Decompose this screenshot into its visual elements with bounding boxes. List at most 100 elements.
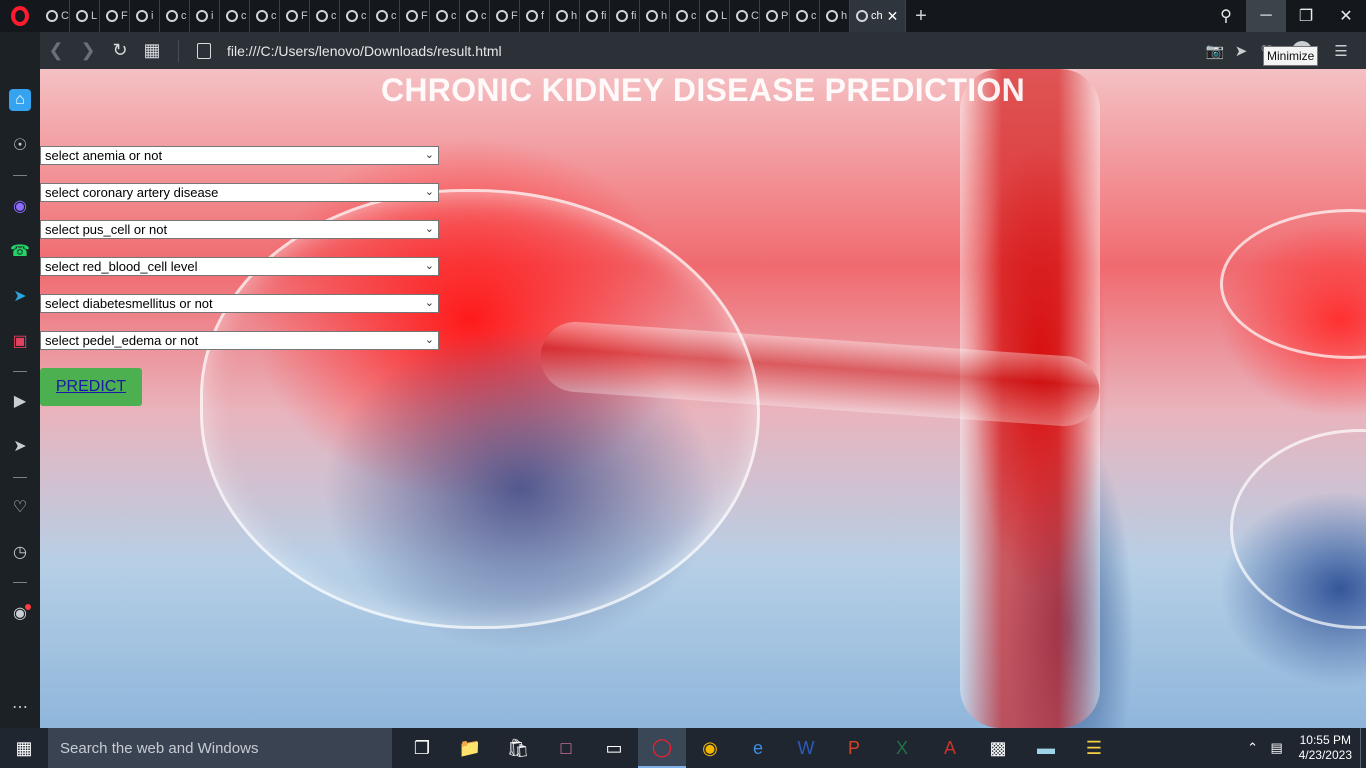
tab[interactable]: c [670,0,700,32]
tab-favicon-icon [226,10,238,22]
bookmarks-heart-icon[interactable]: ♡ [8,495,32,519]
tab[interactable]: F [100,0,130,32]
tab-favicon-icon [76,10,88,22]
chrome-icon[interactable]: ◉ [686,728,734,768]
task-view-icon[interactable]: ❐ [398,728,446,768]
close-tab-icon[interactable]: ✕ [887,8,899,25]
file-icon [197,42,211,59]
pus-cell-select[interactable]: select pus_cell or not ⌄ [40,220,439,239]
player-icon[interactable]: ▶ [8,389,32,413]
settings-sliders-icon[interactable]: ☰ [1316,42,1366,60]
action-center-icon[interactable]: ▤ [1265,740,1289,756]
url-field[interactable]: file:///C:/Users/lenovo/Downloads/result… [227,43,502,59]
taskbar-search-box[interactable]: Search the web and Windows [48,728,392,768]
pedal-edema-select[interactable]: select pedel_edema or not ⌄ [40,331,439,350]
notepad-icon[interactable]: ▭ [590,728,638,768]
tab[interactable]: fi [610,0,640,32]
tab[interactable]: c [220,0,250,32]
tab[interactable]: c [310,0,340,32]
tab-search-icon[interactable]: ⚲ [1206,0,1246,32]
coronary-artery-disease-select[interactable]: select coronary artery disease ⌄ [40,183,439,202]
word-icon[interactable]: W [782,728,830,768]
red-blood-cell-select[interactable]: select red_blood_cell level ⌄ [40,257,439,276]
tab[interactable]: fi [580,0,610,32]
predict-button[interactable]: PREDICT [40,368,142,406]
tab[interactable]: c [790,0,820,32]
tab[interactable]: h [640,0,670,32]
forward-arrow-icon[interactable]: ❯ [72,40,104,61]
show-desktop-button[interactable] [1360,728,1366,768]
tab-favicon-icon [196,10,208,22]
more-dots-icon[interactable]: ⋯ [8,695,32,719]
tab[interactable]: F [280,0,310,32]
command-prompt-icon[interactable]: ▩ [974,728,1022,768]
tab[interactable]: F [400,0,430,32]
tab-favicon-icon [376,10,388,22]
home-icon[interactable]: ⌂ [9,89,31,111]
snapshot-camera-icon[interactable]: 📷 [1202,42,1228,60]
chevron-down-icon: ⌄ [424,223,434,235]
tab[interactable]: F [490,0,520,32]
notification-dot [25,604,31,610]
tab[interactable]: C [730,0,760,32]
opera-taskbar-icon[interactable]: ◯ [638,728,686,768]
tab[interactable]: c [430,0,460,32]
tab[interactable]: C [40,0,70,32]
reload-icon[interactable]: ↻ [104,40,136,61]
tab[interactable]: c [370,0,400,32]
powerpoint-icon[interactable]: P [830,728,878,768]
tab-favicon-icon [46,10,58,22]
sidebar-divider [13,582,27,583]
opera-menu-icon[interactable] [0,0,40,32]
restore-button[interactable]: ❐ [1286,0,1326,32]
send-icon[interactable]: ➤ [1228,42,1254,60]
page-title: CHRONIC KIDNEY DISEASE PREDICTION [380,72,1026,108]
whatsapp-icon[interactable]: ☎ [8,239,32,263]
tray-expand-chevron-icon[interactable]: ⌃ [1241,740,1265,756]
active-tab[interactable]: ch ✕ [850,0,906,32]
tab[interactable]: c [250,0,280,32]
tab[interactable]: c [160,0,190,32]
tab[interactable]: h [820,0,850,32]
new-tab-plus-icon[interactable]: + [906,5,936,28]
tab[interactable]: i [190,0,220,32]
tab-favicon-icon [616,10,628,22]
tab[interactable]: L [70,0,100,32]
excel-icon[interactable]: X [878,728,926,768]
github-favicon-icon [736,10,748,22]
tab[interactable]: h [550,0,580,32]
tab[interactable]: c [460,0,490,32]
store-icon[interactable]: 🛍 [494,728,542,768]
flow-send-icon[interactable]: ➤ [8,434,32,458]
tab-favicon-icon [586,10,598,22]
tab[interactable]: L [700,0,730,32]
tab-favicon-icon [856,10,868,22]
instagram-icon[interactable]: ▣ [8,329,32,353]
messenger-icon[interactable]: ◉ [8,194,32,218]
clock-time: 10:55 PM [1299,733,1351,747]
tab-favicon-icon [256,10,268,22]
tab[interactable]: c [340,0,370,32]
file-explorer-icon[interactable]: 📁 [446,728,494,768]
tab[interactable]: i [130,0,160,32]
taskbar-clock[interactable]: 10:55 PM 4/23/2023 [1299,733,1352,763]
tab[interactable]: P [760,0,790,32]
tab[interactable]: f [520,0,550,32]
minimize-button[interactable]: ─ [1246,0,1286,32]
tab-favicon-icon [286,10,298,22]
windows-start-icon[interactable]: ▦ [0,728,48,768]
tab-grid-icon[interactable]: ▦ [136,40,168,61]
notepad-app-icon[interactable]: ▬ [1022,728,1070,768]
access-icon[interactable]: A [926,728,974,768]
tab-favicon-icon [796,10,808,22]
python-icon[interactable]: ☰ [1070,728,1118,768]
powerpoint-viewer-icon[interactable]: □ [542,728,590,768]
close-window-button[interactable]: ✕ [1326,0,1366,32]
back-arrow-icon[interactable]: ❮ [40,40,72,61]
history-clock-icon[interactable]: ◷ [8,540,32,564]
diabetes-mellitus-select[interactable]: select diabetesmellitus or not ⌄ [40,294,439,313]
telegram-icon[interactable]: ➤ [8,284,32,308]
anemia-select[interactable]: select anemia or not ⌄ [40,146,439,165]
speed-dial-icon[interactable]: ☉ [8,133,32,157]
edge-icon[interactable]: e [734,728,782,768]
